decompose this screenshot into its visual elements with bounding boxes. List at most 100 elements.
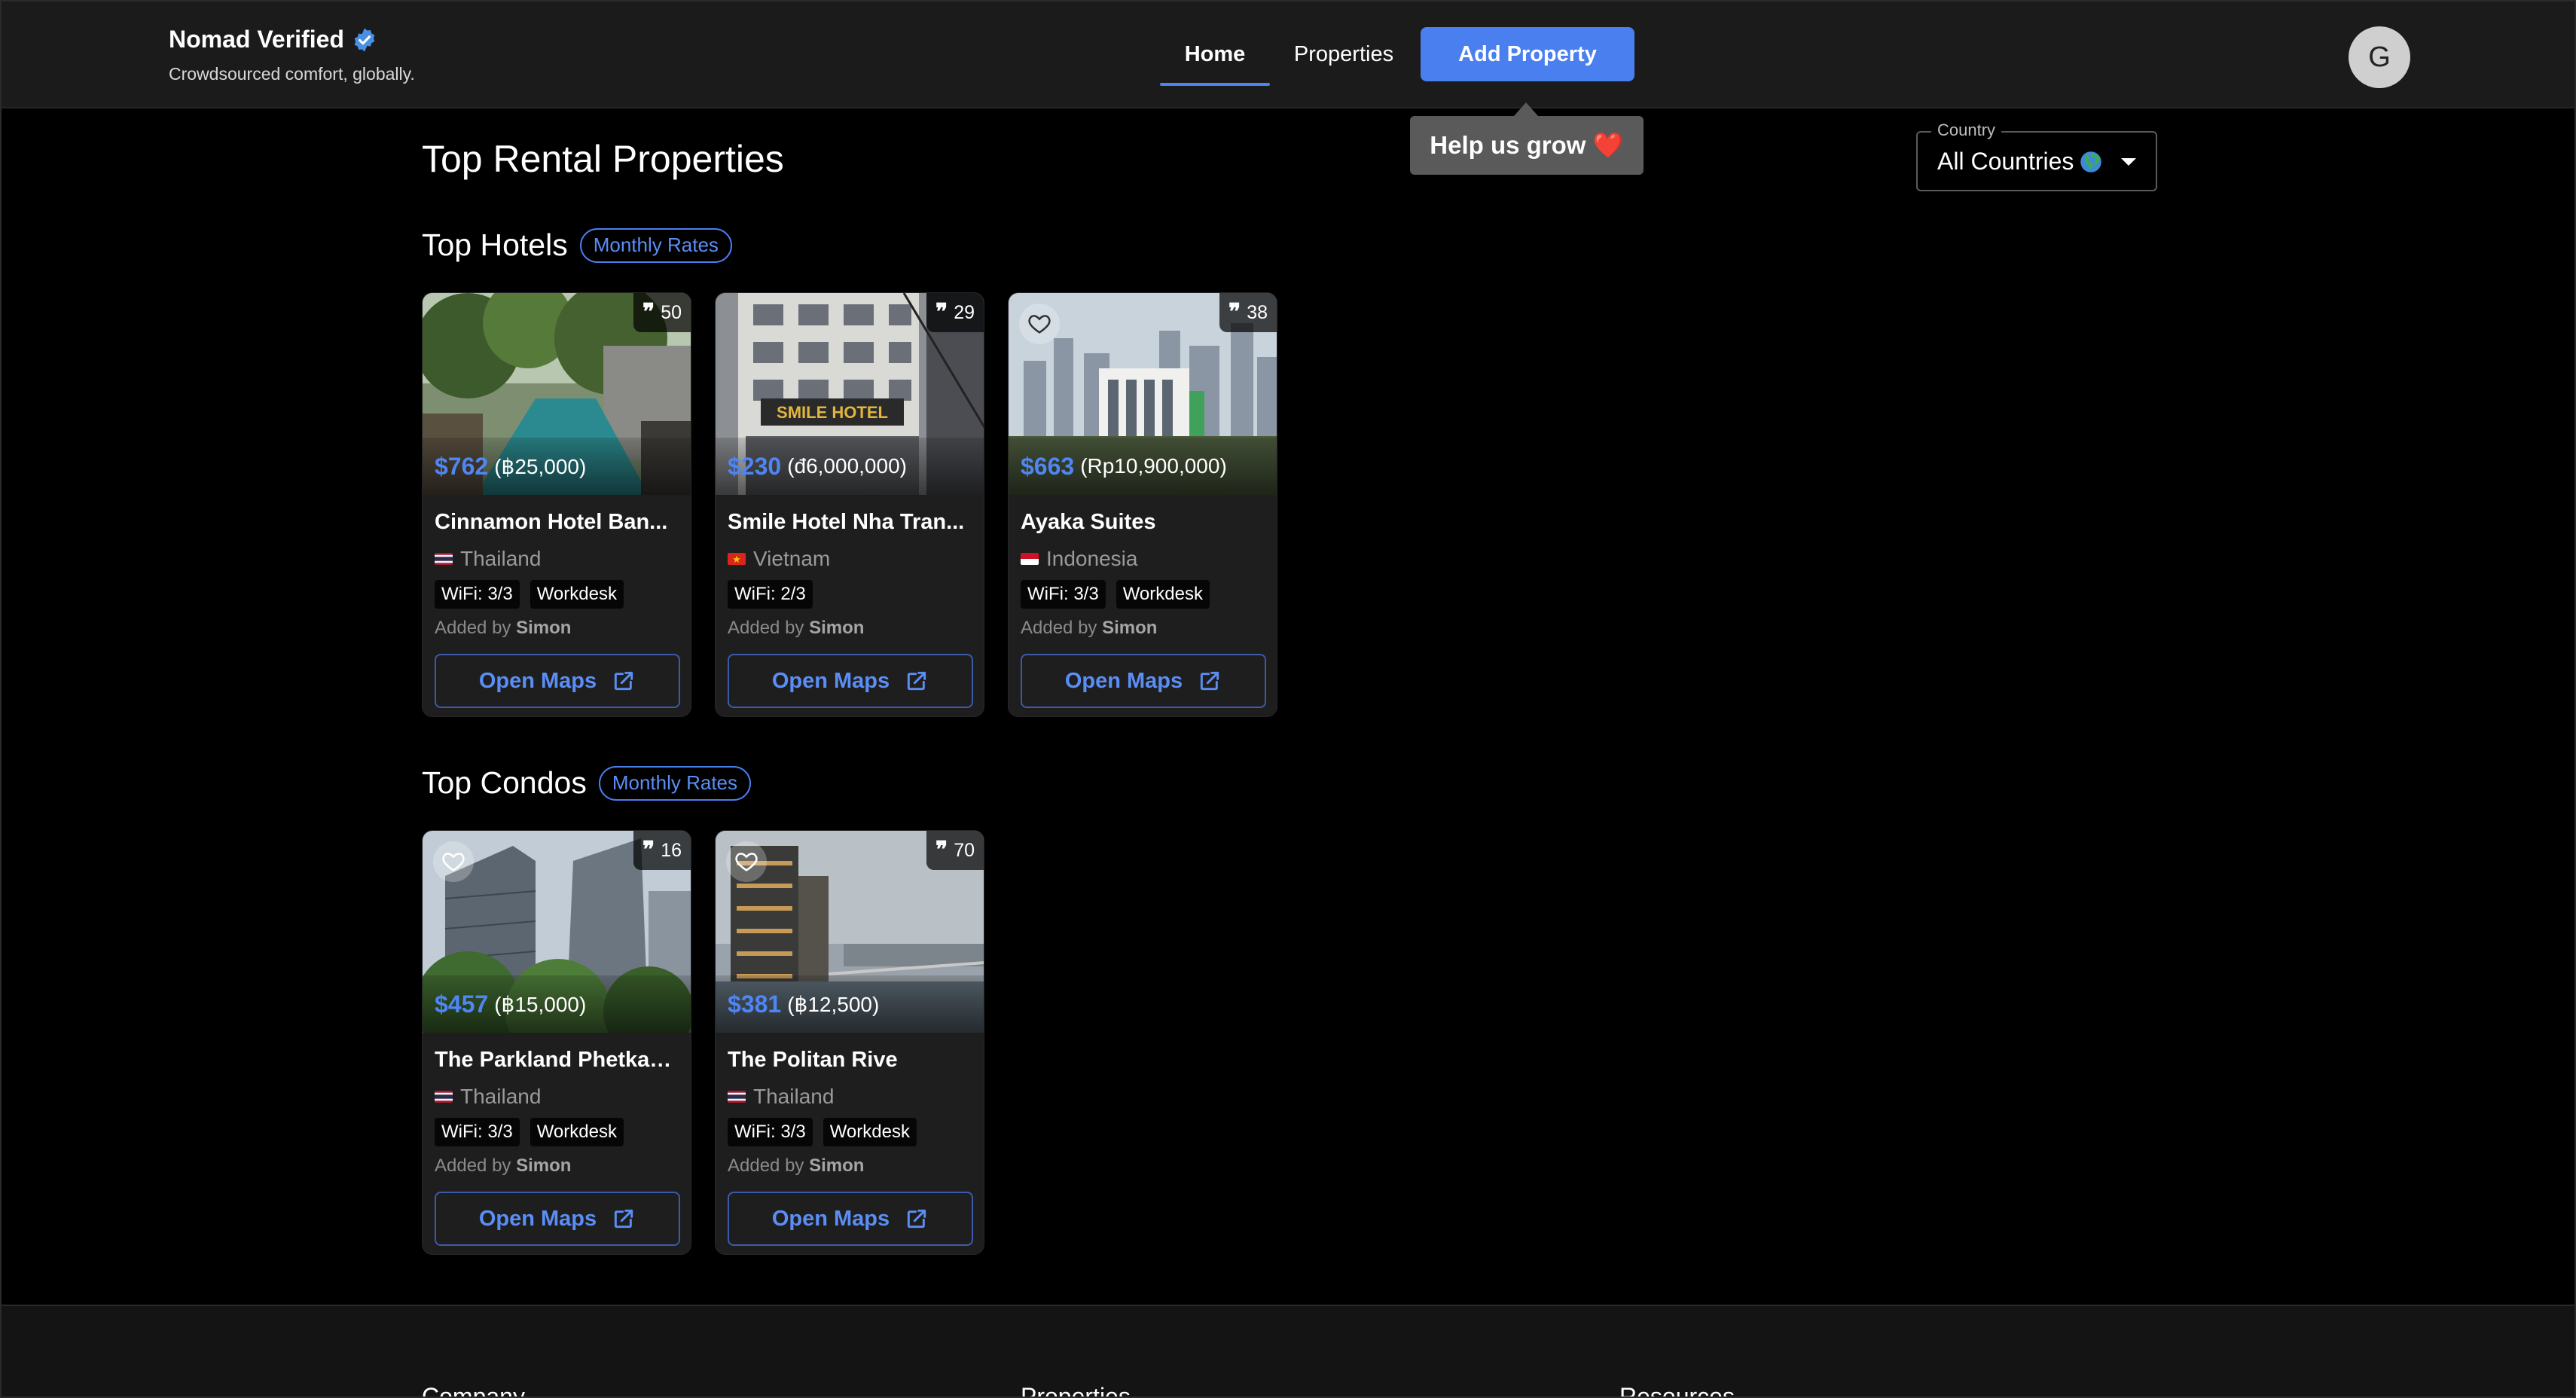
footer-heading-resources: Resources: [1619, 1383, 1735, 1398]
quote-icon: ❞: [642, 299, 655, 325]
price-usd: $663: [1021, 452, 1075, 480]
review-count-badge: ❞ 29: [926, 293, 984, 332]
review-count: 29: [954, 301, 975, 323]
country-select-value-row: All Countries: [1937, 148, 2102, 176]
added-by-label: Added by: [728, 618, 804, 638]
amenity-tags: WiFi: 3/3 Workdesk: [1021, 580, 1265, 609]
amenity-tag: Workdesk: [530, 1118, 624, 1146]
price-row: $762 (฿25,000): [423, 438, 691, 495]
added-by-user: Simon: [1102, 618, 1158, 638]
added-by: Added by Simon: [435, 1155, 679, 1177]
property-photo[interactable]: ❞ 38 $663 (Rp10,900,000): [1009, 293, 1277, 495]
indonesia-flag-icon: [1021, 553, 1039, 565]
price-local: (đ6,000,000): [787, 454, 907, 478]
country-name: Thailand: [460, 547, 542, 570]
added-by-user: Simon: [809, 1155, 865, 1176]
card-body: Ayaka Suites Indonesia WiFi: 3/3 Workdes…: [1009, 495, 1277, 708]
thailand-flag-icon: [728, 1091, 746, 1103]
footer-heading-company: Company: [422, 1383, 525, 1398]
property-photo[interactable]: ❞ 70 $381 (฿12,500): [716, 831, 984, 1033]
country-name: Indonesia: [1046, 547, 1138, 570]
user-avatar[interactable]: G: [2349, 26, 2410, 88]
brand-title-row: Nomad Verified: [169, 26, 415, 53]
quote-icon: ❞: [642, 837, 655, 863]
country-name: Vietnam: [753, 547, 831, 570]
price-usd: $762: [435, 452, 489, 480]
property-card-smile-hotel: SMILE HOTEL ❞ 29 $230 (đ6,000,000) Smile…: [715, 292, 984, 717]
property-country: Thailand: [435, 547, 679, 571]
property-name[interactable]: Ayaka Suites: [1021, 510, 1265, 535]
property-country: Indonesia: [1021, 547, 1265, 571]
property-photo[interactable]: ❞ 16 $457 (฿15,000): [423, 831, 691, 1033]
heart-icon: [735, 853, 758, 871]
external-link-icon: [615, 1209, 633, 1229]
nav-home-link[interactable]: Home: [1160, 27, 1270, 86]
brand[interactable]: Nomad Verified Crowdsourced comfort, glo…: [169, 26, 415, 84]
open-maps-button[interactable]: Open Maps: [435, 1192, 680, 1246]
property-name[interactable]: The Parkland Phetkas...: [435, 1048, 679, 1073]
footer: Company Properties Resources: [2, 1305, 2574, 1398]
amenity-tag: WiFi: 3/3: [435, 1118, 520, 1146]
amenity-tags: WiFi: 3/3 Workdesk: [728, 1118, 972, 1146]
thailand-flag-icon: [435, 553, 453, 565]
card-body: Cinnamon Hotel Ban... Thailand WiFi: 3/3…: [423, 495, 691, 708]
added-by-user: Simon: [809, 618, 865, 638]
country-select[interactable]: Country All Countries: [1916, 121, 2157, 191]
favorite-heart-button[interactable]: [726, 841, 767, 882]
amenity-tags: WiFi: 3/3 Workdesk: [435, 1118, 679, 1146]
open-maps-label: Open Maps: [478, 1206, 597, 1231]
section-condos-header: Top Condos Monthly Rates: [422, 765, 752, 801]
added-by-label: Added by: [728, 1155, 804, 1176]
price-row: $230 (đ6,000,000): [716, 438, 984, 495]
property-photo[interactable]: ❞ 50 $762 (฿25,000): [423, 293, 691, 495]
add-property-button[interactable]: Add Property: [1421, 27, 1634, 81]
open-maps-button[interactable]: Open Maps: [728, 654, 973, 708]
open-maps-label: Open Maps: [478, 668, 597, 693]
added-by-user: Simon: [516, 618, 572, 638]
open-maps-button[interactable]: Open Maps: [728, 1192, 973, 1246]
review-count-badge: ❞ 38: [1219, 293, 1277, 332]
price-local: (฿12,500): [787, 992, 880, 1016]
price-row: $663 (Rp10,900,000): [1009, 438, 1277, 495]
property-card-the-politan-rive: ❞ 70 $381 (฿12,500) The Politan Rive Tha…: [715, 830, 984, 1255]
property-name[interactable]: Cinnamon Hotel Ban...: [435, 510, 679, 535]
added-by-label: Added by: [435, 618, 511, 638]
open-maps-button[interactable]: Open Maps: [435, 654, 680, 708]
monthly-rates-chip: Monthly Rates: [579, 227, 732, 263]
added-by-label: Added by: [435, 1155, 511, 1176]
added-by: Added by Simon: [728, 618, 972, 639]
main-nav: Home Properties: [1160, 27, 1418, 86]
added-by: Added by Simon: [1021, 618, 1265, 639]
review-count-badge: ❞ 16: [633, 831, 691, 870]
property-card-cinnamon-hotel: ❞ 50 $762 (฿25,000) Cinnamon Hotel Ban..…: [422, 292, 691, 717]
country-name: Thailand: [753, 1085, 835, 1108]
property-name[interactable]: The Politan Rive: [728, 1048, 972, 1073]
card-body: The Politan Rive Thailand WiFi: 3/3 Work…: [716, 1033, 984, 1246]
property-name[interactable]: Smile Hotel Nha Tran...: [728, 510, 972, 535]
open-maps-button[interactable]: Open Maps: [1021, 654, 1266, 708]
heart-icon: [442, 853, 465, 871]
property-card-the-parkland: ❞ 16 $457 (฿15,000) The Parkland Phetkas…: [422, 830, 691, 1255]
property-card-ayaka-suites: ❞ 38 $663 (Rp10,900,000) Ayaka Suites In…: [1008, 292, 1277, 717]
country-select-value: All Countries: [1937, 148, 2074, 175]
external-link-icon: [1201, 671, 1219, 691]
amenity-tag: WiFi: 3/3: [1021, 580, 1106, 609]
price-usd: $457: [435, 990, 489, 1018]
section-title: Top Hotels: [422, 227, 568, 262]
amenity-tags: WiFi: 3/3 Workdesk: [435, 580, 679, 609]
country-select-label: Country: [1931, 121, 2002, 140]
nav-properties-link[interactable]: Properties: [1270, 27, 1418, 84]
favorite-heart-button[interactable]: [433, 841, 474, 882]
price-local: (฿15,000): [494, 992, 587, 1016]
open-maps-label: Open Maps: [1064, 668, 1183, 693]
section-hotels-header: Top Hotels Monthly Rates: [422, 227, 732, 263]
property-country: Thailand: [435, 1085, 679, 1109]
open-maps-label: Open Maps: [771, 668, 890, 693]
price-usd: $381: [728, 990, 782, 1018]
brand-subtitle: Crowdsourced comfort, globally.: [169, 64, 415, 84]
property-photo[interactable]: SMILE HOTEL ❞ 29 $230 (đ6,000,000): [716, 293, 984, 495]
favorite-heart-button[interactable]: [1019, 304, 1060, 344]
section-title: Top Condos: [422, 765, 587, 800]
monthly-rates-chip: Monthly Rates: [598, 765, 752, 801]
open-maps-label: Open Maps: [771, 1206, 890, 1231]
